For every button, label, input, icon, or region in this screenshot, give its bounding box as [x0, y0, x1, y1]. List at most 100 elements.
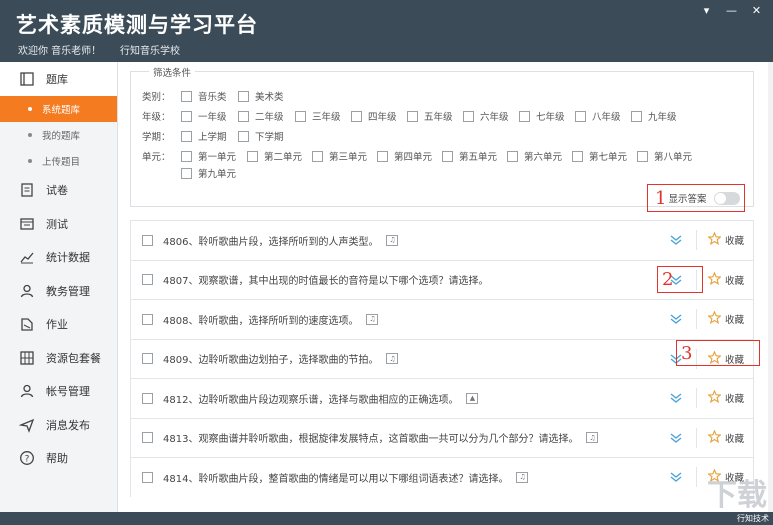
filter-option[interactable]: 第六单元	[507, 149, 572, 163]
question-checkbox[interactable]	[142, 353, 153, 365]
marker-number: 3	[681, 342, 693, 364]
checkbox[interactable]	[247, 150, 258, 162]
favorite-button[interactable]: 收藏	[707, 231, 744, 248]
favorite-label: 收藏	[725, 433, 745, 445]
checkbox[interactable]	[238, 110, 249, 122]
filter-option[interactable]: 第七单元	[572, 149, 637, 163]
sidebar-item-stats[interactable]: 统计数据	[0, 241, 117, 275]
favorite-button[interactable]: 收藏	[707, 271, 744, 288]
question-row[interactable]: 4807、观察歌谱，其中出现的时值最长的音符是以下哪个选项？请选择。 收藏 2	[130, 259, 754, 299]
checkbox[interactable]	[238, 130, 249, 142]
question-list: 4806、聆听歌曲片段，选择所听到的人声类型。 ♫ 收藏 4807、观察歌谱，其中出现…	[130, 220, 760, 497]
filter-option[interactable]: 二年级	[238, 109, 295, 123]
sidebar-item-messages[interactable]: 消息发布	[0, 408, 117, 442]
checkbox[interactable]	[575, 110, 586, 122]
filter-option[interactable]: 六年级	[463, 109, 519, 123]
checkbox[interactable]	[572, 150, 583, 162]
sidebar-sub-system-bank[interactable]: 系统题库	[0, 95, 117, 122]
filter-option[interactable]: 第五单元	[442, 149, 507, 163]
music-icon[interactable]: ♫	[386, 353, 399, 365]
scrollbar[interactable]	[768, 62, 773, 525]
sidebar-sub-my-bank[interactable]: 我的题库	[0, 122, 117, 148]
filter-option[interactable]: 第八单元	[637, 149, 692, 163]
filter-option[interactable]: 音乐类	[181, 89, 238, 103]
checkbox[interactable]	[377, 150, 388, 162]
sidebar-item-account[interactable]: 帐号管理	[0, 375, 117, 409]
filter-option[interactable]: 九年级	[631, 109, 677, 123]
favorite-button[interactable]: 收藏	[707, 429, 745, 446]
filter-option[interactable]: 第一单元	[181, 149, 247, 163]
sidebar-item-papers[interactable]: 试卷	[0, 174, 117, 208]
divider	[696, 427, 697, 448]
question-checkbox[interactable]	[142, 274, 153, 286]
filter-option[interactable]: 美术类	[238, 89, 284, 103]
sidebar-sub-upload[interactable]: 上传题目	[0, 148, 117, 174]
filter-option[interactable]: 第四单元	[377, 149, 442, 163]
music-icon[interactable]: ♫	[386, 234, 399, 246]
checkbox[interactable]	[295, 110, 306, 122]
checkbox[interactable]	[181, 90, 192, 102]
filter-option[interactable]: 五年级	[407, 109, 463, 123]
expand-chevron-icon[interactable]	[669, 233, 683, 247]
filter-option[interactable]: 下学期	[238, 129, 284, 143]
music-icon[interactable]: ♫	[586, 432, 599, 444]
expand-chevron-icon[interactable]	[669, 391, 683, 405]
star-icon	[707, 429, 725, 446]
music-icon[interactable]: ♫	[366, 313, 379, 325]
checkbox[interactable]	[463, 110, 474, 122]
sidebar-item-resources[interactable]: 资源包套餐	[0, 341, 117, 375]
checkbox[interactable]	[238, 90, 249, 102]
favorite-button[interactable]: 收藏	[707, 310, 744, 327]
show-answer-toggle[interactable]	[714, 192, 740, 205]
sidebar-item-help[interactable]: ? 帮助	[0, 442, 117, 476]
checkbox[interactable]	[181, 167, 192, 179]
filter-option[interactable]: 一年级	[181, 109, 238, 123]
menu-dropdown-icon[interactable]: ▾	[694, 0, 719, 20]
filter-option[interactable]: 第三单元	[312, 149, 377, 163]
question-row[interactable]: 4812、边聆听歌曲片段边观察乐谱，选择与歌曲相应的正确选项。 ▲ 收藏	[130, 378, 754, 418]
sidebar-item-test[interactable]: 测试	[0, 207, 117, 241]
checkbox[interactable]	[631, 110, 642, 122]
checkbox[interactable]	[351, 110, 362, 122]
filter-option[interactable]: 第九单元	[181, 166, 236, 180]
expand-chevron-icon[interactable]	[669, 431, 683, 445]
sidebar-item-question-bank[interactable]: 题库	[0, 62, 117, 96]
filter-option[interactable]: 八年级	[575, 109, 631, 123]
minimize-icon[interactable]: —	[719, 0, 744, 20]
image-icon[interactable]: ▲	[466, 392, 479, 404]
checkbox[interactable]	[181, 110, 192, 122]
question-row[interactable]: 4814、聆听歌曲片段，整首歌曲的情绪是可以用以下哪组词语表述？请选择。 ♫ 收藏	[130, 457, 754, 497]
filter-option[interactable]: 第二单元	[247, 149, 312, 163]
question-checkbox[interactable]	[142, 471, 153, 483]
checkbox[interactable]	[519, 110, 530, 122]
checkbox[interactable]	[181, 150, 192, 162]
checkbox[interactable]	[181, 130, 192, 142]
option-label: 一年级	[198, 112, 227, 123]
question-row[interactable]: 4809、边聆听歌曲边划拍子，选择歌曲的节拍。 ♫ 收藏	[130, 338, 754, 378]
expand-chevron-icon[interactable]	[669, 312, 683, 326]
sidebar-item-academic[interactable]: 教务管理	[0, 274, 117, 308]
checkbox[interactable]	[312, 150, 323, 162]
question-row[interactable]: 4806、聆听歌曲片段，选择所听到的人声类型。 ♫ 收藏	[130, 220, 754, 260]
favorite-button[interactable]: 收藏	[707, 389, 744, 406]
question-row[interactable]: 4813、观察曲谱并聆听歌曲，根据旋律发展特点，这首歌曲一共可以分为几个部分？请…	[130, 417, 754, 457]
question-text: 4809、边聆听歌曲边划拍子，选择歌曲的节拍。	[163, 355, 379, 367]
question-checkbox[interactable]	[142, 234, 153, 246]
close-icon[interactable]: ✕	[744, 0, 769, 20]
checkbox[interactable]	[507, 150, 518, 162]
star-icon	[707, 231, 725, 248]
filter-option[interactable]: 三年级	[295, 109, 351, 123]
checkbox[interactable]	[407, 110, 418, 122]
checkbox[interactable]	[442, 150, 453, 162]
question-checkbox[interactable]	[142, 392, 153, 404]
expand-chevron-icon[interactable]	[669, 470, 683, 484]
sidebar-item-homework[interactable]: 作业	[0, 308, 117, 342]
question-row[interactable]: 4808、聆听歌曲，选择所听到的速度选项。 ♫ 收藏	[130, 299, 754, 339]
checkbox[interactable]	[637, 150, 648, 162]
filter-option[interactable]: 七年级	[519, 109, 575, 123]
question-checkbox[interactable]	[142, 432, 153, 444]
question-checkbox[interactable]	[142, 313, 153, 325]
music-icon[interactable]: ♫	[516, 471, 529, 483]
filter-option[interactable]: 四年级	[351, 109, 407, 123]
filter-option[interactable]: 上学期	[181, 129, 238, 143]
